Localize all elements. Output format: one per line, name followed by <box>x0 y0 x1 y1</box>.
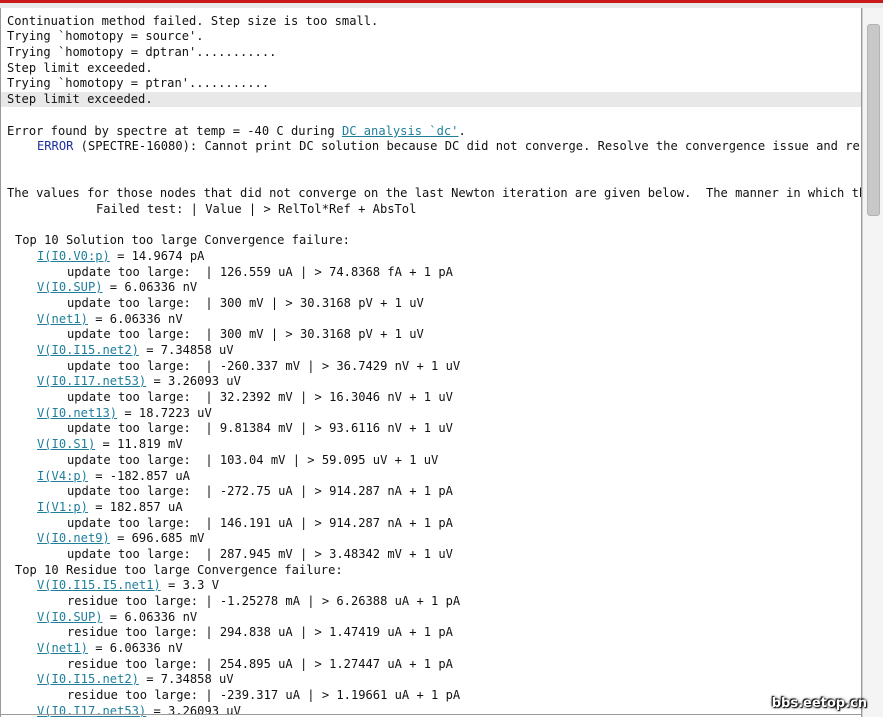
node-value: = 6.06336 nV <box>87 641 183 655</box>
solution-node-row: I(V4:p) = -182.857 uA <box>37 469 190 484</box>
node-link[interactable]: V(I0.SUP) <box>37 610 103 624</box>
residue-node-detail: residue too large: | 294.838 uA | > 1.47… <box>67 625 453 639</box>
solution-node-row: V(I0.I15.net2) = 7.34858 uV <box>37 343 234 358</box>
solution-node-detail: update too large: | 300 mV | > 30.3168 p… <box>67 296 424 310</box>
residue-failure-header: Top 10 Residue too large Convergence fai… <box>15 563 343 577</box>
residue-node-row: V(I0.I15.net2) = 7.34858 uV <box>37 672 234 687</box>
node-value: = 3.3 V <box>160 578 220 592</box>
solution-node-detail: update too large: | 287.945 mV | > 3.483… <box>67 547 453 561</box>
solution-node-detail: update too large: | 9.81384 mV | > 93.61… <box>67 421 453 435</box>
status-line-highlighted: Step limit exceeded. <box>1 92 868 107</box>
node-value: = 696.685 mV <box>109 531 205 545</box>
solution-node-detail: update too large: | 126.559 uA | > 74.83… <box>67 265 453 279</box>
residue-node-detail: residue too large: | -239.317 uA | > 1.1… <box>67 688 461 702</box>
log-frame-left <box>0 8 1 717</box>
node-value: = 6.06336 nV <box>87 312 183 326</box>
residue-node-row: V(I0.SUP) = 6.06336 nV <box>37 610 197 625</box>
status-line: Step limit exceeded. <box>7 61 153 75</box>
node-value: = 6.06336 nV <box>102 610 198 624</box>
node-link[interactable]: V(net1) <box>37 312 88 326</box>
node-value: = 3.26093 uV <box>146 704 241 717</box>
node-value: = 11.819 mV <box>95 437 183 451</box>
node-link[interactable]: V(net1) <box>37 641 88 655</box>
node-value: = -182.857 uA <box>87 469 190 483</box>
node-link[interactable]: I(I0.V0:p) <box>37 249 110 263</box>
residue-node-row: V(I0.I17.net53) = 3.26093 uV <box>37 704 241 717</box>
spectre-log-viewer[interactable]: Continuation method failed. Step size is… <box>0 8 883 717</box>
status-line: Trying `homotopy = dptran'........... <box>7 45 277 59</box>
scrollbar-thumb[interactable] <box>867 24 880 216</box>
error-found-line: Error found by spectre at temp = -40 C d… <box>7 124 466 139</box>
node-link[interactable]: V(I0.I15.net2) <box>37 672 139 686</box>
node-link[interactable]: V(I0.I17.net53) <box>37 704 146 717</box>
solution-node-detail: update too large: | 32.2392 mV | > 16.30… <box>67 390 453 404</box>
failed-test-line: Failed test: | Value | > RelTol*Ref + Ab… <box>96 202 417 216</box>
vertical-scrollbar[interactable] <box>862 8 883 717</box>
solution-failure-header: Top 10 Solution too large Convergence fa… <box>15 233 350 247</box>
error-code-label[interactable]: ERROR <box>37 139 73 153</box>
watermark: bbs.eetop.cn <box>771 696 867 711</box>
solution-node-detail: update too large: | -260.337 mV | > 36.7… <box>67 359 461 373</box>
solution-node-detail: update too large: | 300 mV | > 30.3168 p… <box>67 327 424 341</box>
error-message-text: (SPECTRE-16080): Cannot print DC solutio… <box>73 139 868 153</box>
solution-node-detail: update too large: | 103.04 mV | > 59.095… <box>67 453 439 467</box>
status-line: Trying `homotopy = source'. <box>7 29 204 43</box>
dc-analysis-link[interactable]: DC analysis `dc' <box>342 124 459 138</box>
node-value: = 7.34858 uV <box>138 672 234 686</box>
node-link[interactable]: V(I0.SUP) <box>37 280 103 294</box>
residue-node-detail: residue too large: | -1.25278 mA | > 6.2… <box>67 594 461 608</box>
node-link[interactable]: V(I0.I15.I5.net1) <box>37 578 161 592</box>
error-message-line: ERROR (SPECTRE-16080): Cannot print DC s… <box>37 139 867 154</box>
node-value: = 14.9674 pA <box>109 249 205 263</box>
solution-node-detail: update too large: | 146.191 uA | > 914.2… <box>67 516 453 530</box>
node-link[interactable]: V(I0.I15.net2) <box>37 343 139 357</box>
error-found-text: Error found by spectre at temp = -40 C d… <box>7 124 342 138</box>
solution-node-row: V(I0.net13) = 18.7223 uV <box>37 406 212 421</box>
node-link[interactable]: V(I0.S1) <box>37 437 95 451</box>
solution-node-row: V(I0.SUP) = 6.06336 nV <box>37 280 197 295</box>
values-intro-line: The values for those nodes that did not … <box>7 186 867 200</box>
solution-node-detail: update too large: | -272.75 uA | > 914.2… <box>67 484 453 498</box>
node-value: = 182.857 uA <box>87 500 183 514</box>
solution-node-row: I(V1:p) = 182.857 uA <box>37 500 183 515</box>
residue-node-detail: residue too large: | 254.895 uA | > 1.27… <box>67 657 453 671</box>
node-link[interactable]: I(V1:p) <box>37 500 88 514</box>
node-link[interactable]: V(I0.net9) <box>37 531 110 545</box>
status-line: Trying `homotopy = ptran'........... <box>7 76 270 90</box>
error-found-suffix: . <box>458 124 466 138</box>
node-value: = 18.7223 uV <box>117 406 212 420</box>
node-link[interactable]: V(I0.net13) <box>37 406 117 420</box>
solution-node-row: V(I0.net9) = 696.685 mV <box>37 531 204 546</box>
status-line: Continuation method failed. Step size is… <box>7 14 379 28</box>
node-link[interactable]: V(I0.I17.net53) <box>37 374 146 388</box>
solution-node-row: V(net1) = 6.06336 nV <box>37 312 183 327</box>
node-value: = 6.06336 nV <box>102 280 198 294</box>
log-frame-bottom <box>0 714 862 715</box>
solution-node-row: V(I0.S1) = 11.819 mV <box>37 437 183 452</box>
residue-node-row: V(net1) = 6.06336 nV <box>37 641 183 656</box>
solution-node-row: I(I0.V0:p) = 14.9674 pA <box>37 249 204 264</box>
node-value: = 7.34858 uV <box>138 343 234 357</box>
node-value: = 3.26093 uV <box>146 374 241 388</box>
solution-node-row: V(I0.I17.net53) = 3.26093 uV <box>37 374 241 389</box>
residue-node-row: V(I0.I15.I5.net1) = 3.3 V <box>37 578 219 593</box>
node-link[interactable]: I(V4:p) <box>37 469 88 483</box>
